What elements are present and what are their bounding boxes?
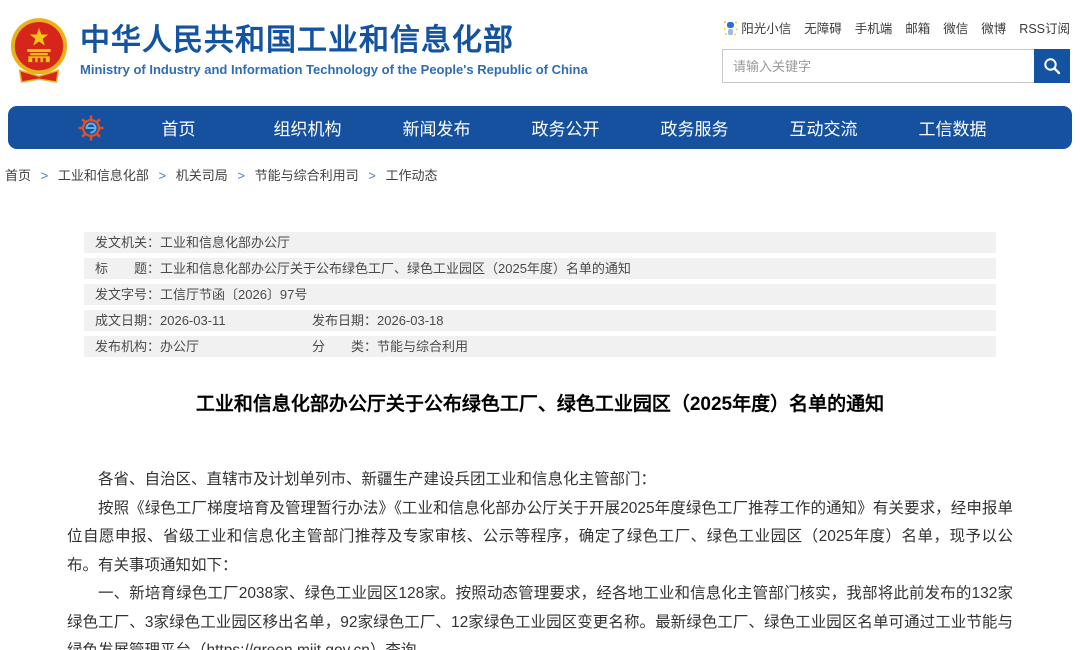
meta-value: 工信厅节函〔2026〕97号 <box>160 287 308 302</box>
meta-label: 分 类： <box>312 339 378 354</box>
site-header: 中华人民共和国工业和信息化部 Ministry of Industry and … <box>0 0 1080 100</box>
nav-item-news[interactable]: 新闻发布 <box>372 115 501 140</box>
meta-value: 2026-03-11 <box>160 313 226 328</box>
site-subtitle: Ministry of Industry and Information Tec… <box>80 62 588 77</box>
document-title: 工业和信息化部办公厅关于公布绿色工厂、绿色工业园区（2025年度）名单的通知 <box>195 394 885 415</box>
nav-item-home[interactable]: 首页 <box>114 115 243 140</box>
national-emblem-icon <box>10 18 68 83</box>
breadcrumb-separator: > <box>40 168 49 183</box>
nav-item-gov-services[interactable]: 政务服务 <box>630 115 759 140</box>
quick-link-mobile[interactable]: 手机端 <box>855 18 893 37</box>
breadcrumb: 首页 > 工业和信息化部 > 机关司局 > 节能与综合利用司 > 工作动态 <box>5 165 1080 184</box>
quick-link-chatbot[interactable]: 阳光小信 <box>723 18 791 37</box>
quick-link-accessibility[interactable]: 无障碍 <box>804 18 842 37</box>
document-meta-table: 发文机关： 工业和信息化部办公厅 标 题： 工业和信息化部办公厅关于公布绿色工厂… <box>84 232 996 357</box>
breadcrumb-separator: > <box>237 168 245 183</box>
paragraph-item-1: 一、新培育绿色工厂2038家、绿色工业园区128家。按照动态管理要求，经各地工业… <box>67 585 1013 650</box>
breadcrumb-departments[interactable]: 机关司局 <box>176 168 228 183</box>
search-input[interactable] <box>722 49 1034 83</box>
breadcrumb-separator: > <box>158 168 167 183</box>
search-box <box>722 49 1070 83</box>
site-logo-link[interactable]: 中华人民共和国工业和信息化部 Ministry of Industry and … <box>8 14 588 86</box>
meta-value: 工业和信息化部办公厅 <box>160 235 291 250</box>
search-button[interactable] <box>1034 49 1070 83</box>
quick-link-wechat[interactable]: 微信 <box>943 18 968 37</box>
quick-link-weibo[interactable]: 微博 <box>981 18 1006 37</box>
meta-label: 标 题： <box>95 261 161 276</box>
breadcrumb-energy-dept[interactable]: 节能与综合利用司 <box>255 168 359 183</box>
meta-row-doc-number: 发文字号： 工信厅节函〔2026〕97号 <box>84 284 996 305</box>
miit-gear-logo-icon <box>78 115 104 140</box>
meta-label: 成文日期： <box>95 313 161 328</box>
meta-row-issuing-agency: 发文机关： 工业和信息化部办公厅 <box>84 232 996 253</box>
site-title: 中华人民共和国工业和信息化部 <box>80 24 514 57</box>
quick-link-mail[interactable]: 邮箱 <box>905 18 930 37</box>
meta-row-title: 标 题： 工业和信息化部办公厅关于公布绿色工厂、绿色工业园区（2025年度）名单… <box>84 258 996 279</box>
meta-label: 发布日期： <box>312 313 378 328</box>
breadcrumb-miit[interactable]: 工业和信息化部 <box>58 168 149 183</box>
main-nav: 首页 组织机构 新闻发布 政务公开 政务服务 互动交流 工信数据 <box>8 106 1072 149</box>
quick-link-rss[interactable]: RSS订阅 <box>1019 18 1070 37</box>
robot-icon <box>723 20 738 35</box>
nav-item-gov-affairs[interactable]: 政务公开 <box>501 115 630 140</box>
quick-links: 阳光小信 无障碍 手机端 邮箱 微信 微博 RSS订阅 <box>722 18 1070 37</box>
breadcrumb-work-news[interactable]: 工作动态 <box>385 168 437 183</box>
search-icon <box>1044 58 1061 75</box>
breadcrumb-home[interactable]: 首页 <box>5 168 31 183</box>
paragraph-intro: 按照《绿色工厂梯度培育及管理暂行办法》《工业和信息化部办公厅关于开展2025年度… <box>67 499 1013 574</box>
meta-value: 2026-03-18 <box>377 313 444 328</box>
meta-row-publisher-category: 发布机构： 办公厅 分 类： 节能与综合利用 <box>84 336 996 357</box>
nav-item-organization[interactable]: 组织机构 <box>243 115 372 140</box>
nav-item-miit-data[interactable]: 工信数据 <box>888 115 1017 140</box>
meta-value: 办公厅 <box>160 339 200 354</box>
meta-value: 工业和信息化部办公厅关于公布绿色工厂、绿色工业园区（2025年度）名单的通知 <box>160 261 631 276</box>
meta-label: 发文机关： <box>95 235 161 250</box>
meta-label: 发布机构： <box>95 339 161 354</box>
paragraph-salutation: 各省、自治区、直辖市及计划单列市、新疆生产建设兵团工业和信息化主管部门： <box>98 471 657 488</box>
meta-label: 发文字号： <box>95 287 161 302</box>
meta-row-dates: 成文日期： 2026-03-11 发布日期： 2026-03-18 <box>84 310 996 331</box>
nav-item-interaction[interactable]: 互动交流 <box>759 115 888 140</box>
document-body: 各省、自治区、直辖市及计划单列市、新疆生产建设兵团工业和信息化主管部门： 按照《… <box>67 466 1013 650</box>
breadcrumb-separator: > <box>368 168 376 183</box>
meta-value: 节能与综合利用 <box>377 339 469 354</box>
header-utilities: 阳光小信 无障碍 手机端 邮箱 微信 微博 RSS订阅 <box>722 14 1070 83</box>
